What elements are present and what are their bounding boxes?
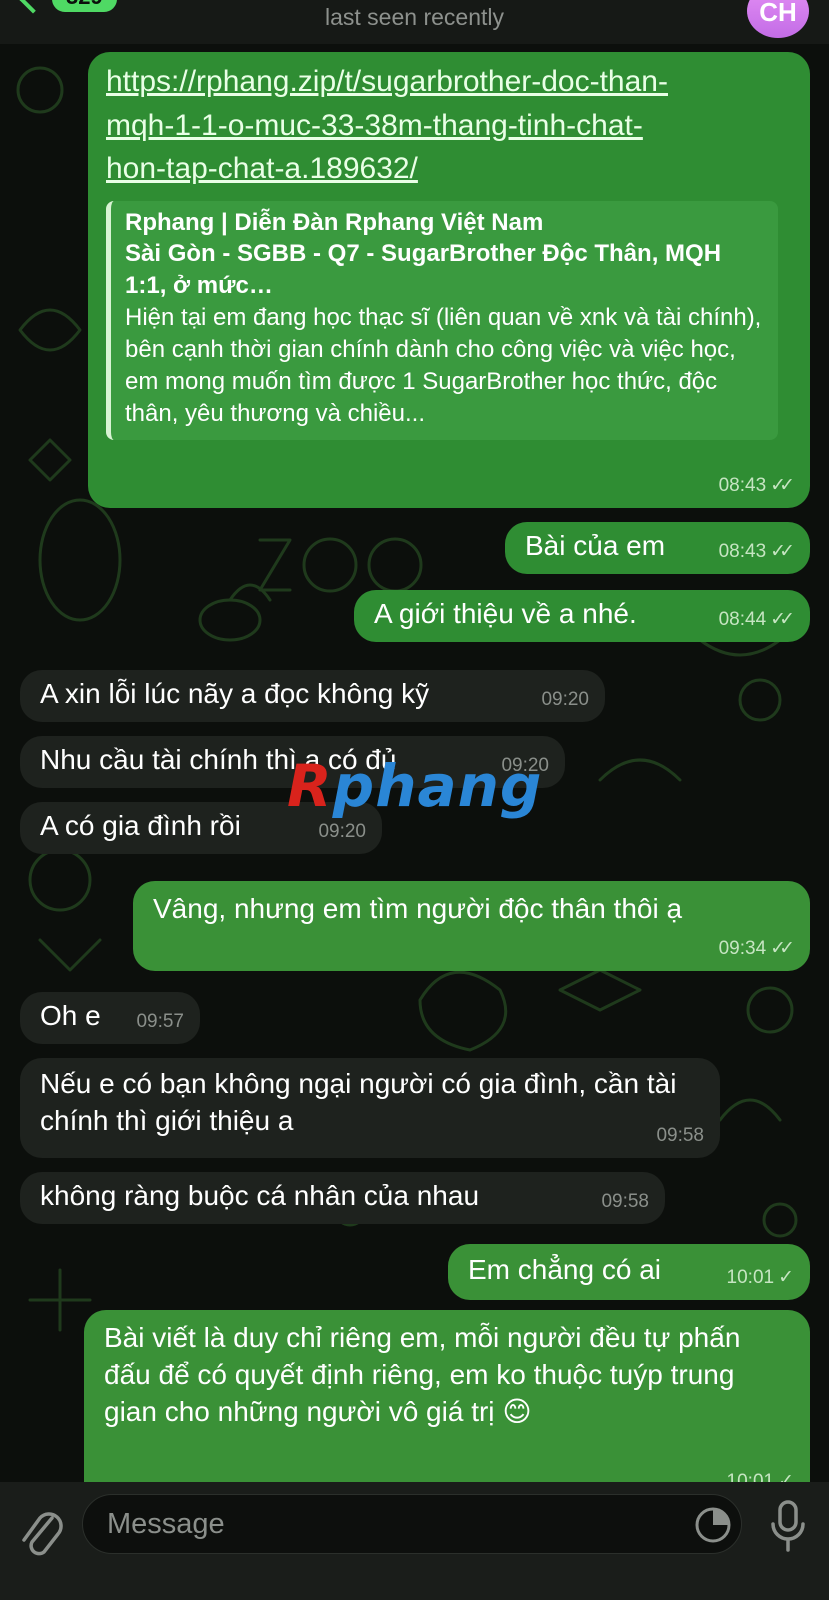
message-composer: Message — [0, 1482, 829, 1600]
message-meta: 09:58 — [601, 1189, 649, 1214]
message-time: 08:44 — [718, 608, 767, 630]
message-text: Oh e — [40, 1000, 101, 1031]
message-meta: 09:20 — [318, 819, 366, 844]
message-text: Nếu e có bạn không ngại người có gia đìn… — [40, 1068, 677, 1136]
message-time: 08:43 — [718, 540, 767, 562]
message-bubble-incoming[interactable]: Nếu e có bạn không ngại người có gia đìn… — [20, 1058, 720, 1158]
sticker-icon[interactable] — [694, 1506, 732, 1544]
message-text: A xin lỗi lúc nãy a đọc không kỹ — [40, 678, 430, 709]
message-bubble-outgoing[interactable]: Bài viết là duy chỉ riêng em, mỗi người … — [84, 1310, 810, 1504]
message-text: A có gia đình rồi — [40, 810, 241, 841]
contact-status: last seen recently — [325, 4, 504, 30]
message-time: 09:34 — [718, 937, 767, 959]
link-preview-site: Rphang | Diễn Đàn Rphang Việt Nam — [125, 208, 544, 236]
watermark-logo: Rphang — [287, 752, 543, 820]
message-time: 10:01 — [726, 1266, 775, 1288]
message-time: 09:58 — [656, 1124, 704, 1146]
double-check-icon: ✓✓ — [770, 937, 795, 959]
message-bubble-outgoing[interactable]: https://rphang.zip/t/sugarbrother-doc-th… — [88, 52, 810, 508]
double-check-icon: ✓✓ — [770, 608, 795, 630]
message-meta: 08:43 ✓✓ — [718, 539, 795, 564]
message-text: A giới thiệu về a nhé. — [374, 598, 637, 629]
message-time: 09:57 — [136, 1010, 184, 1032]
message-time: 08:43 — [718, 474, 767, 496]
smile-emoji: 😊 — [502, 1395, 532, 1427]
paperclip-icon[interactable] — [18, 1504, 64, 1564]
message-time: 09:58 — [601, 1190, 649, 1212]
message-link[interactable]: https://rphang.zip/t/sugarbrother-doc-th… — [106, 60, 794, 191]
message-meta: 09:34 ✓✓ — [718, 936, 795, 961]
message-input[interactable]: Message — [82, 1494, 742, 1554]
message-bubble-incoming[interactable]: Oh e 09:57 — [20, 992, 200, 1044]
link-preview-card[interactable]: Rphang | Diễn Đàn Rphang Việt Nam Sài Gò… — [106, 200, 778, 440]
message-time: 09:20 — [318, 820, 366, 842]
message-bubble-outgoing[interactable]: Bài của em 08:43 ✓✓ — [505, 522, 810, 574]
message-meta: 09:57 — [136, 1009, 184, 1034]
message-meta: 09:58 — [656, 1123, 704, 1148]
message-bubble-incoming[interactable]: không ràng buộc cá nhân của nhau 09:58 — [20, 1172, 665, 1224]
message-bubble-outgoing[interactable]: Em chẳng có ai 10:01 ✓ — [448, 1244, 810, 1300]
message-text: Vâng, nhưng em tìm người độc thân thôi ạ — [153, 893, 683, 924]
message-time: 09:20 — [541, 688, 589, 710]
message-meta: 08:43 ✓✓ — [718, 473, 795, 498]
check-icon: ✓ — [778, 1266, 794, 1288]
message-text: Bài viết là duy chỉ riêng em, mỗi người … — [104, 1322, 741, 1427]
link-url-line: mqh-1-1-o-muc-33-38m-thang-tinh-chat- — [106, 108, 643, 142]
link-preview-title: Sài Gòn - SGBB - Q7 - SugarBrother Độc T… — [125, 240, 722, 300]
message-meta: 08:44 ✓✓ — [718, 607, 795, 632]
chat-header: 329 last seen recently CH — [0, 0, 829, 44]
double-check-icon: ✓✓ — [770, 474, 795, 496]
message-text: Bài của em — [525, 530, 666, 561]
message-meta: 09:20 — [541, 687, 589, 712]
avatar[interactable]: CH — [747, 0, 809, 38]
link-url-line: https://rphang.zip/t/sugarbrother-doc-th… — [106, 65, 668, 98]
link-preview-description: Hiện tại em đang học thạc sĩ (liên quan … — [125, 304, 762, 427]
message-bubble-outgoing[interactable]: Vâng, nhưng em tìm người độc thân thôi ạ… — [133, 881, 810, 971]
double-check-icon: ✓✓ — [770, 540, 795, 562]
message-bubble-incoming[interactable]: A xin lỗi lúc nãy a đọc không kỹ 09:20 — [20, 670, 605, 722]
message-bubble-outgoing[interactable]: A giới thiệu về a nhé. 08:44 ✓✓ — [354, 590, 810, 642]
message-input-placeholder: Message — [107, 1508, 225, 1540]
microphone-icon[interactable] — [768, 1498, 808, 1554]
message-text: không ràng buộc cá nhân của nhau — [40, 1180, 480, 1211]
message-text: Em chẳng có ai — [468, 1254, 661, 1285]
message-meta: 10:01 ✓ — [727, 1265, 794, 1290]
link-url-line: hon-tap-chat-a.189632/ — [106, 152, 418, 185]
